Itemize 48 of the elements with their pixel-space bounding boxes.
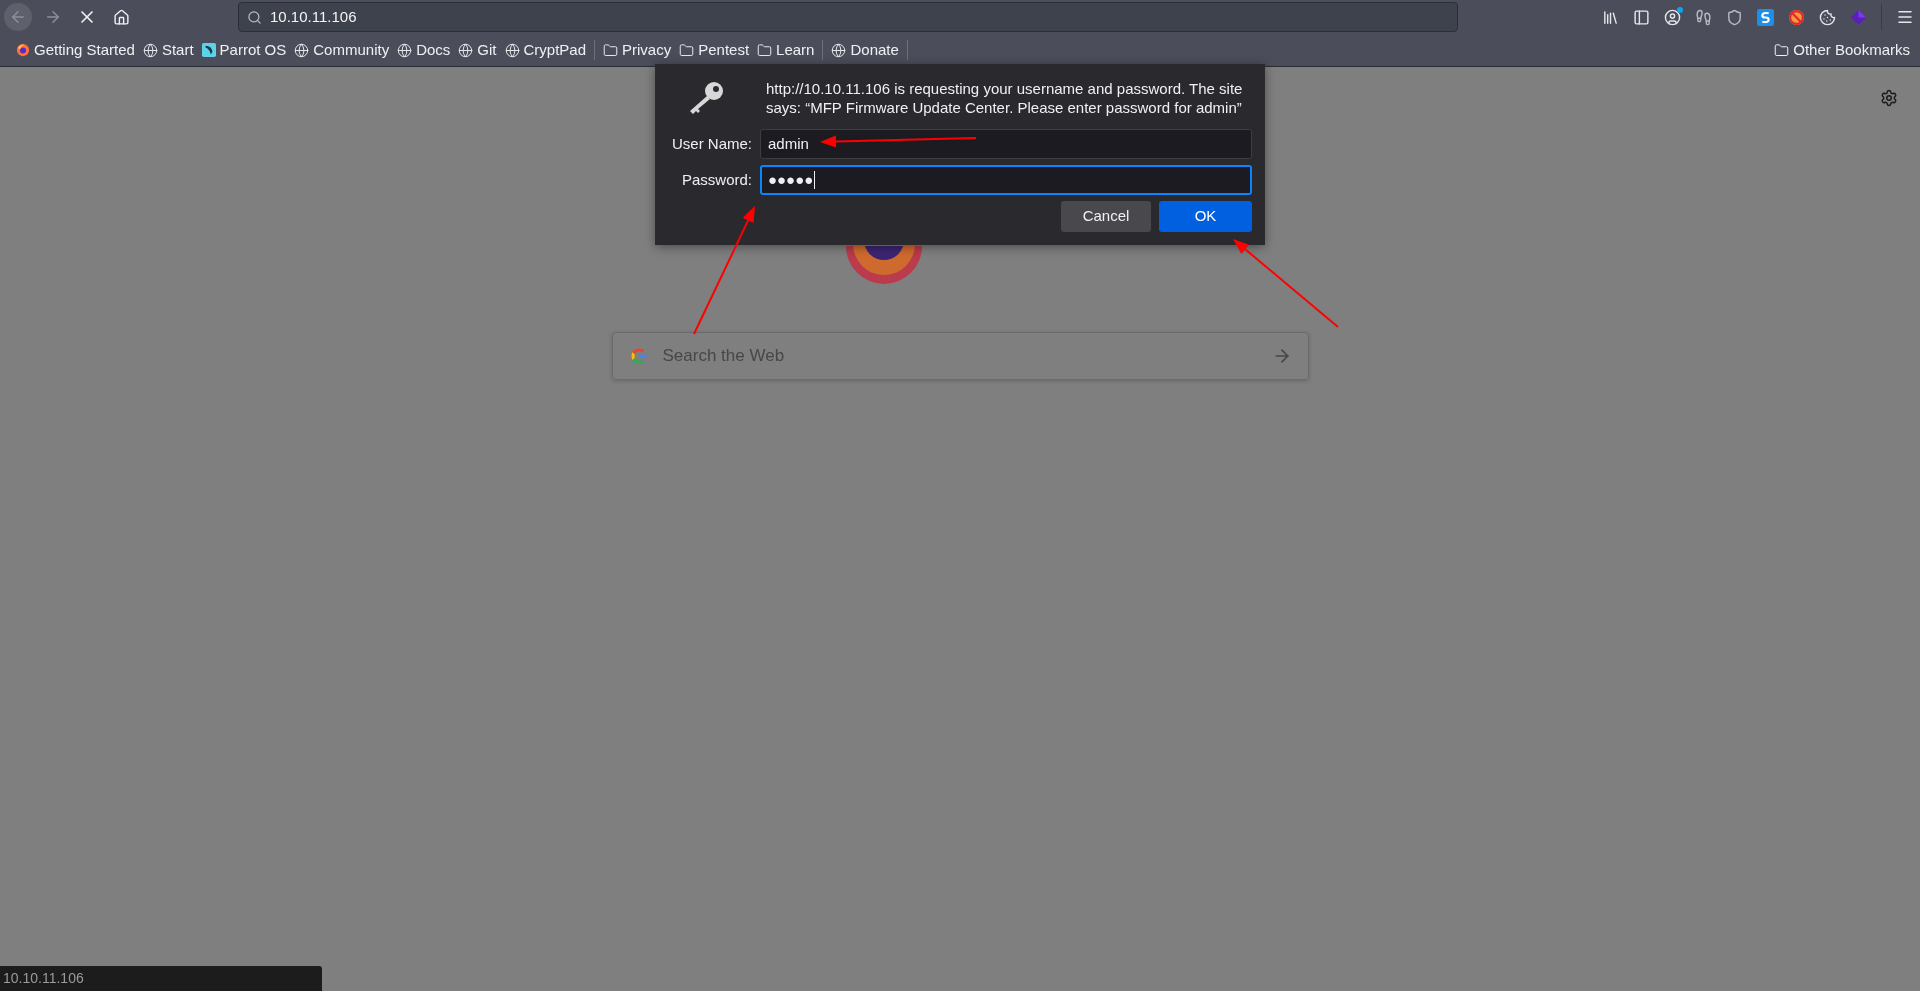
- status-url: 10.10.11.106: [3, 969, 84, 988]
- bookmark-item[interactable]: Donate: [827, 38, 903, 62]
- bookmark-item[interactable]: Community: [290, 38, 394, 62]
- extension-icon[interactable]: [1757, 8, 1774, 26]
- menu-icon[interactable]: [1896, 8, 1914, 26]
- dialog-button[interactable]: Cancel: [1061, 201, 1151, 232]
- folder-icon: [603, 42, 619, 58]
- globe-icon: [294, 42, 310, 58]
- globe-icon: [458, 42, 474, 58]
- firefox-logo-icon: [16, 43, 30, 57]
- globe-icon: [504, 42, 520, 58]
- search-placeholder: Search the Web: [662, 345, 786, 368]
- bookmark-item[interactable]: Docs: [393, 38, 455, 62]
- globe-icon: [831, 42, 847, 58]
- other-bookmarks[interactable]: Other Bookmarks: [1774, 38, 1910, 62]
- field-label: Password:: [680, 169, 753, 190]
- address-bar[interactable]: 10.10.11.106: [238, 2, 1458, 32]
- sidebar-icon[interactable]: [1633, 8, 1650, 26]
- bookmark-item[interactable]: Pentest: [675, 38, 754, 62]
- folder-icon: [757, 42, 773, 58]
- footprints-icon[interactable]: [1695, 8, 1712, 26]
- bookmark-item[interactable]: Git: [454, 38, 501, 62]
- bookmark-item[interactable]: Learn: [753, 38, 819, 62]
- account-icon[interactable]: [1664, 8, 1681, 26]
- globe-icon: [142, 42, 158, 58]
- bookmark-item[interactable]: Getting Started: [12, 38, 139, 62]
- input-field[interactable]: admin: [760, 129, 1252, 159]
- shield-icon[interactable]: [1726, 8, 1743, 26]
- bookmark-item[interactable]: CryptPad: [500, 38, 591, 62]
- cookie-icon[interactable]: [1819, 8, 1836, 26]
- library-icon[interactable]: [1602, 8, 1619, 26]
- globe-icon: [397, 42, 413, 58]
- search-icon: [247, 9, 262, 25]
- address-text: 10.10.11.106: [270, 6, 357, 27]
- home-icon: [112, 8, 130, 26]
- bookmark-item[interactable]: Privacy: [599, 38, 676, 62]
- input-field[interactable]: ●●●●●: [760, 165, 1252, 195]
- settings-icon[interactable]: [1880, 89, 1898, 107]
- blocked-icon[interactable]: [1788, 8, 1805, 26]
- bird-icon: [201, 43, 216, 57]
- dialog-message: http://10.10.11.106 is requesting your username and password. The site says: “MFP Firmware Update Center. Please enter password for admin”: [766, 79, 1244, 117]
- folder-icon: [679, 42, 695, 58]
- dialog-button[interactable]: OK: [1159, 201, 1252, 232]
- bookmark-item[interactable]: Start: [138, 38, 198, 62]
- arrow-right-icon: [44, 8, 62, 26]
- bookmark-item[interactable]: Parrot OS: [197, 38, 291, 62]
- field-label: User Name:: [670, 133, 753, 154]
- folder-icon: [1774, 42, 1790, 58]
